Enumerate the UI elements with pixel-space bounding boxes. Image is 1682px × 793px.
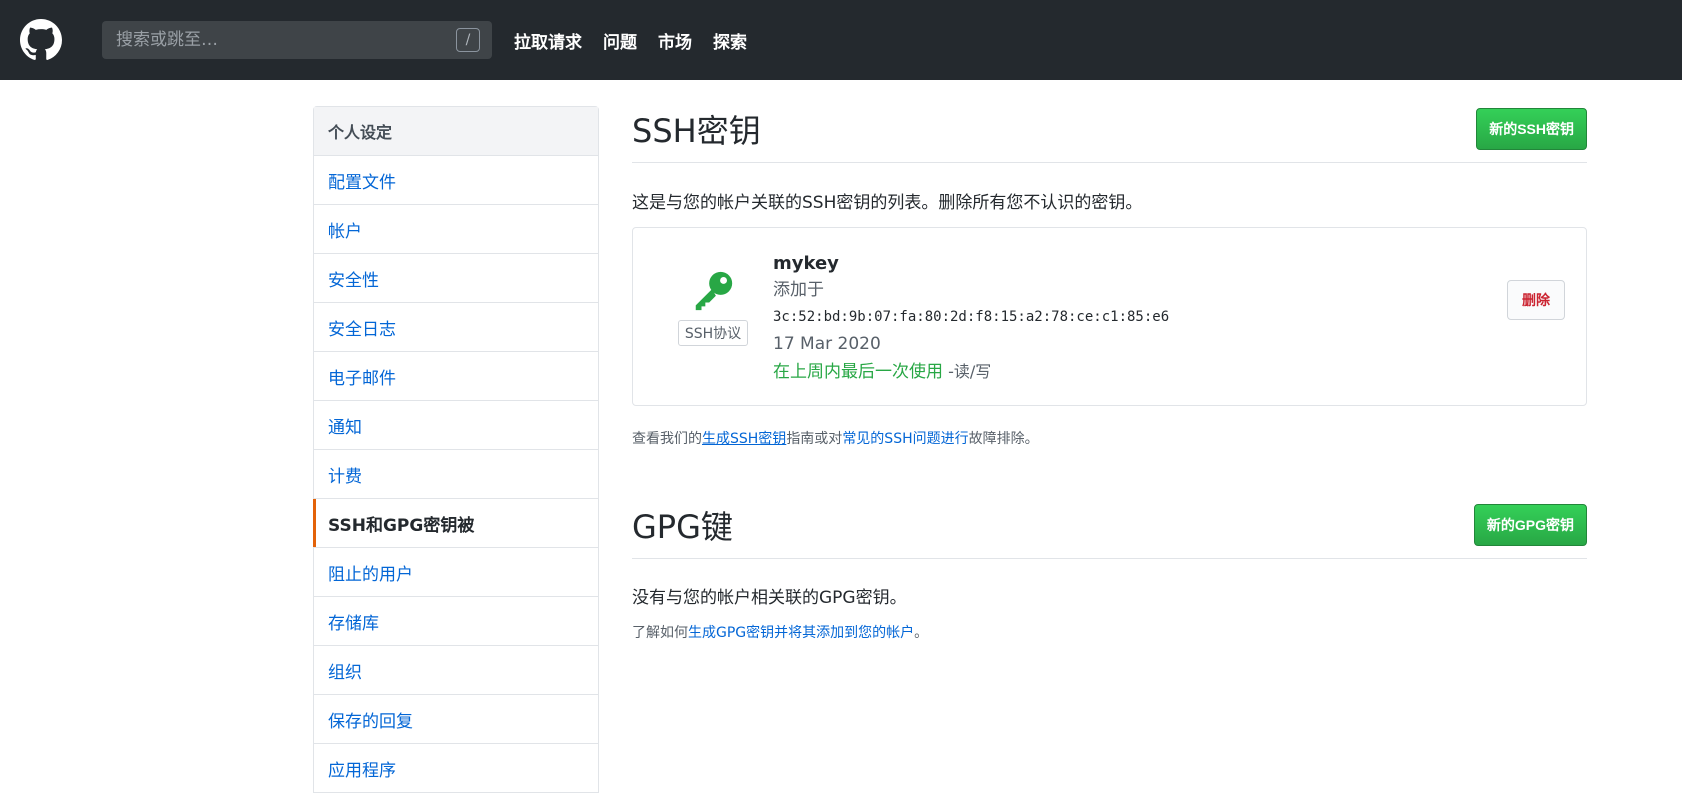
nav-marketplace[interactable]: 市场 [658, 28, 692, 53]
nav-explore[interactable]: 探索 [713, 28, 747, 53]
ssh-section-title: SSH密钥 [632, 112, 761, 150]
generate-ssh-key-link[interactable]: 生成SSH密钥 [702, 431, 786, 447]
gpg-section-title: GPG键 [632, 508, 733, 546]
main-content: SSH密钥 新的SSH密钥 这是与您的帐户关联的SSH密钥的列表。删除所有您不认… [632, 106, 1587, 642]
gpg-empty-message: 没有与您的帐户相关联的GPG密钥。 [632, 588, 907, 608]
search-shortcut-hint: / [456, 28, 480, 52]
gpg-section-header: GPG键 新的GPG密钥 [632, 502, 1587, 559]
sidebar-item-organizations[interactable]: 组织 [314, 646, 598, 695]
ssh-troubleshoot-link[interactable]: 常见的SSH问题进行 [842, 431, 968, 447]
key-icon [695, 271, 733, 311]
key-date: 17 Mar 2020 [773, 334, 881, 354]
search-input[interactable] [114, 29, 456, 51]
gpg-section: GPG键 新的GPG密钥 没有与您的帐户相关联的GPG密钥。 了解如何生成GPG… [632, 502, 1587, 642]
ssh-help-middle: 指南或对 [786, 431, 843, 447]
key-usage: 在上周内最后一次使用 -读/写 [773, 358, 1169, 386]
sidebar-item-security[interactable]: 安全性 [314, 254, 598, 303]
key-access: -读/写 [943, 362, 992, 381]
sidebar-title: 个人设定 [314, 107, 598, 156]
ssh-key-item: SSH协议 mykey 添加于 3c:52:bd:9b:07:fa:80:2d:… [632, 227, 1587, 406]
sidebar-item-billing[interactable]: 计费 [314, 450, 598, 499]
key-icon-column: SSH协议 [673, 268, 753, 346]
key-added-label: 添加于 [773, 280, 824, 300]
sidebar-item-applications[interactable]: 应用程序 [314, 744, 598, 793]
gpg-help-suffix: 。 [914, 625, 929, 641]
top-header: / 拉取请求 问题 市场 探索 [0, 0, 1682, 80]
generate-gpg-key-link[interactable]: 生成GPG密钥并将其添加到您的帐户 [688, 625, 914, 641]
sidebar-item-saved-replies[interactable]: 保存的回复 [314, 695, 598, 744]
gpg-help-text: 了解如何生成GPG密钥并将其添加到您的帐户。 [632, 622, 1587, 642]
sidebar-item-blocked-users[interactable]: 阻止的用户 [314, 548, 598, 597]
sidebar-item-security-log[interactable]: 安全日志 [314, 303, 598, 352]
delete-key-button[interactable]: 删除 [1507, 280, 1565, 320]
ssh-help-suffix: 故障排除。 [968, 431, 1039, 447]
nav-issues[interactable]: 问题 [603, 28, 637, 53]
ssh-help-text: 查看我们的生成SSH密钥指南或对常见的SSH问题进行故障排除。 [632, 428, 1587, 448]
key-title: mykey [773, 253, 839, 274]
ssh-protocol-badge: SSH协议 [677, 320, 749, 346]
key-details: mykey 添加于 3c:52:bd:9b:07:fa:80:2d:f8:15:… [773, 250, 1169, 386]
ssh-section-header: SSH密钥 新的SSH密钥 [632, 106, 1587, 163]
key-fingerprint: 3c:52:bd:9b:07:fa:80:2d:f8:15:a2:78:ce:c… [773, 309, 1170, 325]
sidebar-item-notifications[interactable]: 通知 [314, 401, 598, 450]
ssh-help-prefix: 查看我们的 [632, 431, 702, 447]
sidebar-item-emails[interactable]: 电子邮件 [314, 352, 598, 401]
new-gpg-key-button[interactable]: 新的GPG密钥 [1473, 504, 1587, 546]
new-ssh-key-button[interactable]: 新的SSH密钥 [1476, 108, 1587, 150]
key-last-used: 在上周内最后一次使用 [773, 362, 943, 382]
search-box[interactable]: / [102, 21, 492, 59]
gpg-help-prefix: 了解如何 [632, 625, 688, 641]
settings-sidebar: 个人设定 配置文件 帐户 安全性 安全日志 电子邮件 通知 计费 SSH和GPG… [313, 106, 599, 793]
sidebar-item-ssh-gpg-keys[interactable]: SSH和GPG密钥被 [313, 499, 598, 548]
top-nav: 拉取请求 问题 市场 探索 [514, 28, 768, 53]
github-logo-icon[interactable] [20, 19, 62, 61]
nav-pull-requests[interactable]: 拉取请求 [514, 28, 582, 53]
sidebar-item-profile[interactable]: 配置文件 [314, 156, 598, 205]
sidebar-item-account[interactable]: 帐户 [314, 205, 598, 254]
sidebar-item-repositories[interactable]: 存储库 [314, 597, 598, 646]
ssh-description: 这是与您的帐户关联的SSH密钥的列表。删除所有您不认识的密钥。 [632, 193, 1143, 213]
